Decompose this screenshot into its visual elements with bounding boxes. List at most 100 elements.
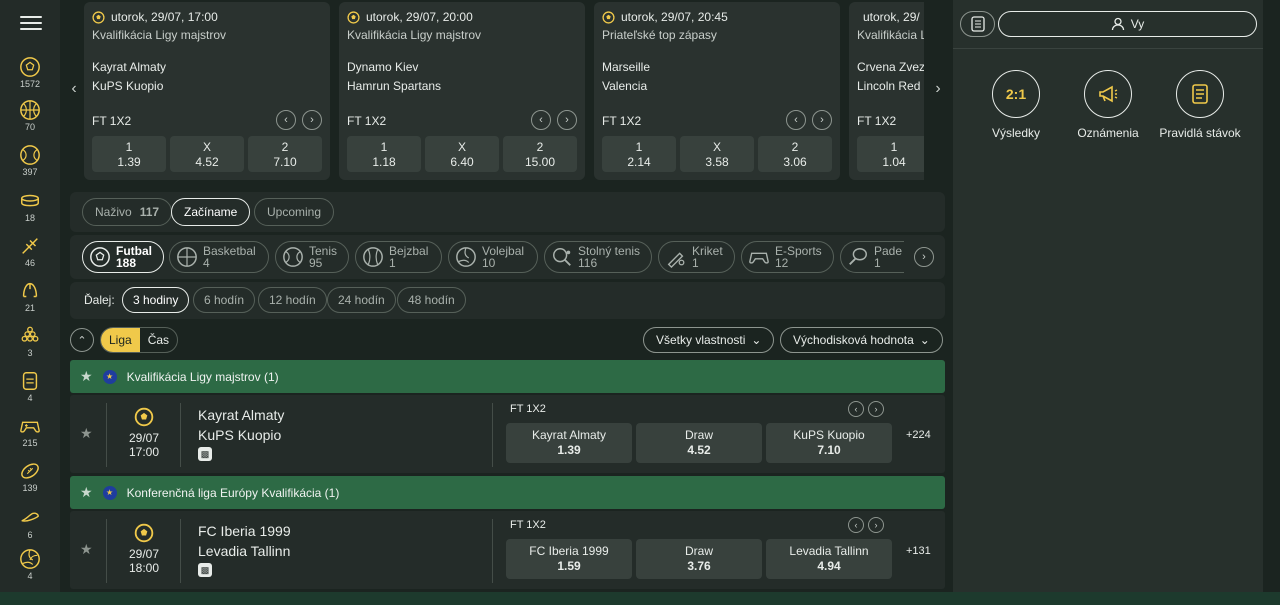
tab-starting[interactable]: Začíname: [171, 198, 251, 226]
sidebar-item-handball[interactable]: 6: [0, 507, 60, 540]
sport-chip-esports[interactable]: E-Sports 12: [741, 241, 834, 273]
favorite-star-icon[interactable]: ★: [80, 541, 93, 558]
sport-chip-volleyball[interactable]: Volejbal 10: [448, 241, 538, 273]
favorite-star-icon[interactable]: ★: [80, 484, 93, 501]
event-card[interactable]: utorok, 29/07, 20:45 Priateľské top zápa…: [594, 2, 840, 180]
sidebar-item-rugby[interactable]: 21: [0, 280, 60, 313]
sidebar-item-badminton[interactable]: 46: [0, 235, 60, 268]
league-header[interactable]: ★ ★ Konferenčná liga Európy Kvalifikácia…: [70, 476, 945, 509]
sidebar-count: 397: [22, 167, 38, 177]
time-filter-bar: Ďalej: 3 hodiny 6 hodín 12 hodín 24 hodí…: [70, 282, 945, 319]
stats-icon[interactable]: ▩: [198, 447, 212, 461]
sidebar-item-hockey[interactable]: 18: [0, 190, 60, 223]
odds-button[interactable]: X 6.40: [425, 136, 499, 172]
event-card[interactable]: utorok, 29/07, 17:00 Kvalifikácia Ligy m…: [84, 2, 330, 180]
sport-chip-baseball[interactable]: Bejzbal 1: [355, 241, 442, 273]
sidebar-count: 3: [27, 348, 33, 358]
event-team-home: Marseille: [602, 60, 651, 74]
sidebar-item-soccer[interactable]: 1572: [0, 56, 60, 89]
time-option[interactable]: 48 hodín: [397, 287, 466, 313]
quick-link-announcements[interactable]: Oznámenia: [1060, 70, 1156, 140]
collapse-all-icon[interactable]: ⌃: [70, 328, 94, 352]
market-next-icon[interactable]: ›: [812, 110, 832, 130]
odds-value: 7.10: [817, 443, 841, 457]
event-card[interactable]: utorok, 29/ Kvalifikácia Li Crvena Zvezd…: [849, 2, 924, 180]
odds-button[interactable]: 2 3.06: [758, 136, 832, 172]
more-markets-link[interactable]: +131: [906, 545, 931, 557]
quick-link-results[interactable]: 2:1 Výsledky: [968, 70, 1064, 140]
sidebar-item-basketball[interactable]: 70: [0, 99, 60, 132]
favorite-star-icon[interactable]: ★: [80, 368, 93, 385]
odds-button[interactable]: FC Iberia 1999 1.59: [506, 539, 632, 579]
odds-value: 3.06: [783, 155, 807, 169]
match-row[interactable]: ★ 29/07 17:00 Kayrat Almaty KuPS Kuopio ▩…: [70, 395, 945, 473]
carousel-prev-icon[interactable]: ‹: [68, 80, 80, 100]
odds-button[interactable]: X 4.52: [170, 136, 244, 172]
properties-dropdown[interactable]: Všetky vlastnosti ⌄: [643, 327, 775, 353]
match-row[interactable]: ★ 29/07 18:00 FC Iberia 1999 Levadia Tall…: [70, 511, 945, 589]
odds-button[interactable]: Kayrat Almaty 1.39: [506, 423, 632, 463]
market-prev-icon[interactable]: ‹: [848, 401, 864, 417]
quick-link-label: Oznámenia: [1077, 126, 1139, 140]
odds-label: FC Iberia 1999: [529, 544, 609, 558]
soccer-ball-icon: [602, 10, 615, 24]
sidebar-item-table-game[interactable]: 4: [0, 370, 60, 403]
tab-upcoming[interactable]: Upcoming: [254, 198, 335, 226]
odds-format-dropdown[interactable]: Východisková hodnota ⌄: [780, 327, 943, 353]
tab-league[interactable]: Liga: [101, 328, 140, 352]
tab-live[interactable]: Naživo 117: [82, 198, 173, 226]
tennis-icon: [20, 145, 40, 165]
event-card[interactable]: utorok, 29/07, 20:00 Kvalifikácia Ligy m…: [339, 2, 585, 180]
odds-button[interactable]: KuPS Kuopio 7.10: [766, 423, 892, 463]
sport-chip-football[interactable]: Futbal 188: [82, 241, 164, 273]
odds-button[interactable]: 2 7.10: [248, 136, 322, 172]
more-markets-link[interactable]: +224: [906, 429, 931, 441]
eu-flag-icon: ★: [102, 485, 117, 500]
sport-chip-table-tennis[interactable]: Stolný tenis 116: [544, 241, 652, 273]
sidebar-item-volleyball[interactable]: 4: [0, 548, 60, 581]
time-option[interactable]: 3 hodiny: [122, 287, 190, 313]
carousel-next-icon[interactable]: ›: [932, 80, 944, 100]
sidebar-count: 21: [24, 303, 35, 313]
sport-chip-tennis[interactable]: Tenis 95: [275, 241, 349, 273]
league-header[interactable]: ★ ★ Kvalifikácia Ligy majstrov (1): [70, 360, 945, 393]
sidebar-item-snooker[interactable]: 3: [0, 325, 60, 358]
odds-button[interactable]: 1 1.04: [857, 136, 924, 172]
quick-link-rules[interactable]: Pravidlá stávok: [1152, 70, 1248, 140]
market-next-icon[interactable]: ›: [302, 110, 322, 130]
odds-button[interactable]: 1 1.18: [347, 136, 421, 172]
odds-button[interactable]: 1 1.39: [92, 136, 166, 172]
market-prev-icon[interactable]: ‹: [786, 110, 806, 130]
sidebar-item-tennis[interactable]: 397: [0, 144, 60, 177]
market-next-icon[interactable]: ›: [557, 110, 577, 130]
odds-button[interactable]: 1 2.14: [602, 136, 676, 172]
favorite-star-icon[interactable]: ★: [80, 425, 93, 442]
time-option[interactable]: 6 hodín: [193, 287, 256, 313]
market-next-icon[interactable]: ›: [868, 401, 884, 417]
menu-icon[interactable]: [20, 16, 42, 32]
time-option[interactable]: 12 hodín: [258, 287, 327, 313]
table-game-icon: [22, 372, 38, 390]
sidebar-item-esports[interactable]: 215: [0, 415, 60, 448]
sport-chip-padel[interactable]: Pade 1: [840, 241, 904, 273]
sport-chip-cricket[interactable]: Kriket 1: [658, 241, 735, 273]
odds-button[interactable]: X 3.58: [680, 136, 754, 172]
odds-button[interactable]: Draw 4.52: [636, 423, 762, 463]
market-next-icon[interactable]: ›: [868, 517, 884, 533]
sidebar-item-american-football[interactable]: 139: [0, 460, 60, 493]
odds-button[interactable]: Draw 3.76: [636, 539, 762, 579]
match-team-home: Kayrat Almaty: [198, 407, 285, 423]
calendar-icon[interactable]: [960, 11, 995, 37]
odds-button[interactable]: Levadia Tallinn 4.94: [766, 539, 892, 579]
time-option[interactable]: 24 hodín: [327, 287, 396, 313]
sport-chip-basketball[interactable]: Basketbal 4: [169, 241, 269, 273]
market-prev-icon[interactable]: ‹: [848, 517, 864, 533]
market-prev-icon[interactable]: ‹: [531, 110, 551, 130]
user-button[interactable]: Vy: [998, 11, 1257, 37]
tab-time[interactable]: Čas: [140, 328, 177, 352]
match-date: 29/07: [128, 431, 160, 445]
odds-button[interactable]: 2 15.00: [503, 136, 577, 172]
sports-next-icon[interactable]: ›: [914, 247, 934, 267]
market-prev-icon[interactable]: ‹: [276, 110, 296, 130]
stats-icon[interactable]: ▩: [198, 563, 212, 577]
